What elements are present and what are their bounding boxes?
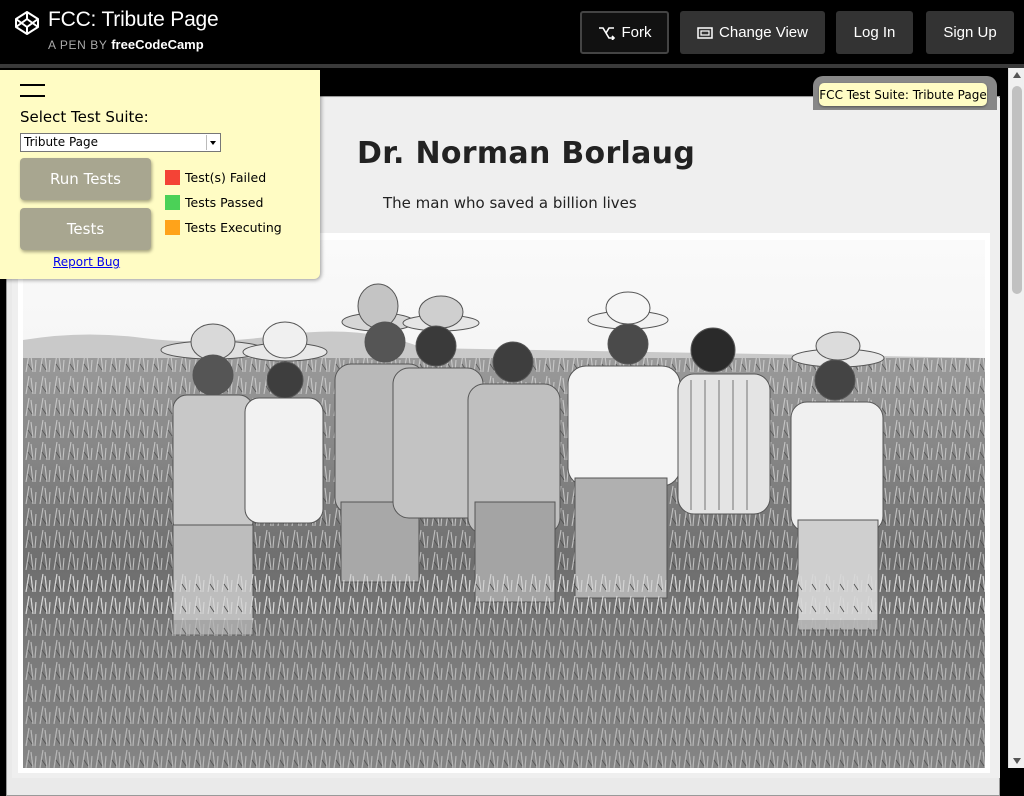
report-bug-link[interactable]: Report Bug — [53, 255, 120, 269]
dropdown-arrow-icon[interactable] — [206, 135, 219, 150]
legend-executing-label: Tests Executing — [185, 219, 282, 235]
failed-swatch — [165, 169, 180, 185]
passed-swatch — [165, 194, 180, 210]
run-tests-button[interactable]: Run Tests — [20, 158, 151, 200]
selected-suite-value: Tribute Page — [24, 135, 99, 149]
change-view-label: Change View — [719, 24, 808, 41]
login-button[interactable]: Log In — [836, 11, 913, 54]
fork-button[interactable]: Fork — [580, 11, 669, 54]
legend-passed: Tests Passed — [165, 194, 263, 210]
legend-failed: Test(s) Failed — [165, 169, 266, 185]
executing-swatch — [165, 219, 180, 235]
author-link[interactable]: freeCodeCamp — [111, 37, 203, 52]
codepen-header: FCC: Tribute Page A PEN BY freeCodeCamp … — [0, 0, 1024, 64]
tribute-tagline: The man who saved a billion lives — [383, 194, 637, 212]
preview-scrollbar[interactable] — [1008, 68, 1024, 768]
fork-icon — [598, 26, 615, 40]
test-suite-badge[interactable]: FCC Test Suite: Tribute Page — [819, 83, 987, 106]
byline-prefix: A PEN BY — [48, 38, 108, 52]
tests-button[interactable]: Tests — [20, 208, 151, 250]
pen-title: FCC: Tribute Page — [48, 8, 219, 31]
scroll-down-arrow-icon[interactable] — [1013, 758, 1021, 764]
tribute-heading: Dr. Norman Borlaug — [357, 136, 696, 171]
signup-button[interactable]: Sign Up — [926, 11, 1014, 54]
legend-executing: Tests Executing — [165, 219, 282, 235]
hamburger-menu-icon[interactable] — [20, 84, 45, 98]
codepen-logo-icon[interactable] — [14, 10, 40, 36]
pen-byline: A PEN BY freeCodeCamp — [48, 37, 204, 52]
legend-failed-label: Test(s) Failed — [185, 169, 267, 185]
scroll-up-arrow-icon[interactable] — [1013, 72, 1021, 78]
scroll-thumb[interactable] — [1012, 86, 1022, 294]
change-view-button[interactable]: Change View — [680, 11, 825, 54]
fork-label: Fork — [621, 24, 652, 41]
layout-icon — [697, 26, 713, 39]
select-suite-label: Select Test Suite: — [20, 108, 149, 126]
test-suite-select[interactable]: Tribute Page — [20, 133, 221, 152]
tribute-photo — [23, 240, 985, 768]
legend-passed-label: Tests Passed — [185, 194, 264, 210]
